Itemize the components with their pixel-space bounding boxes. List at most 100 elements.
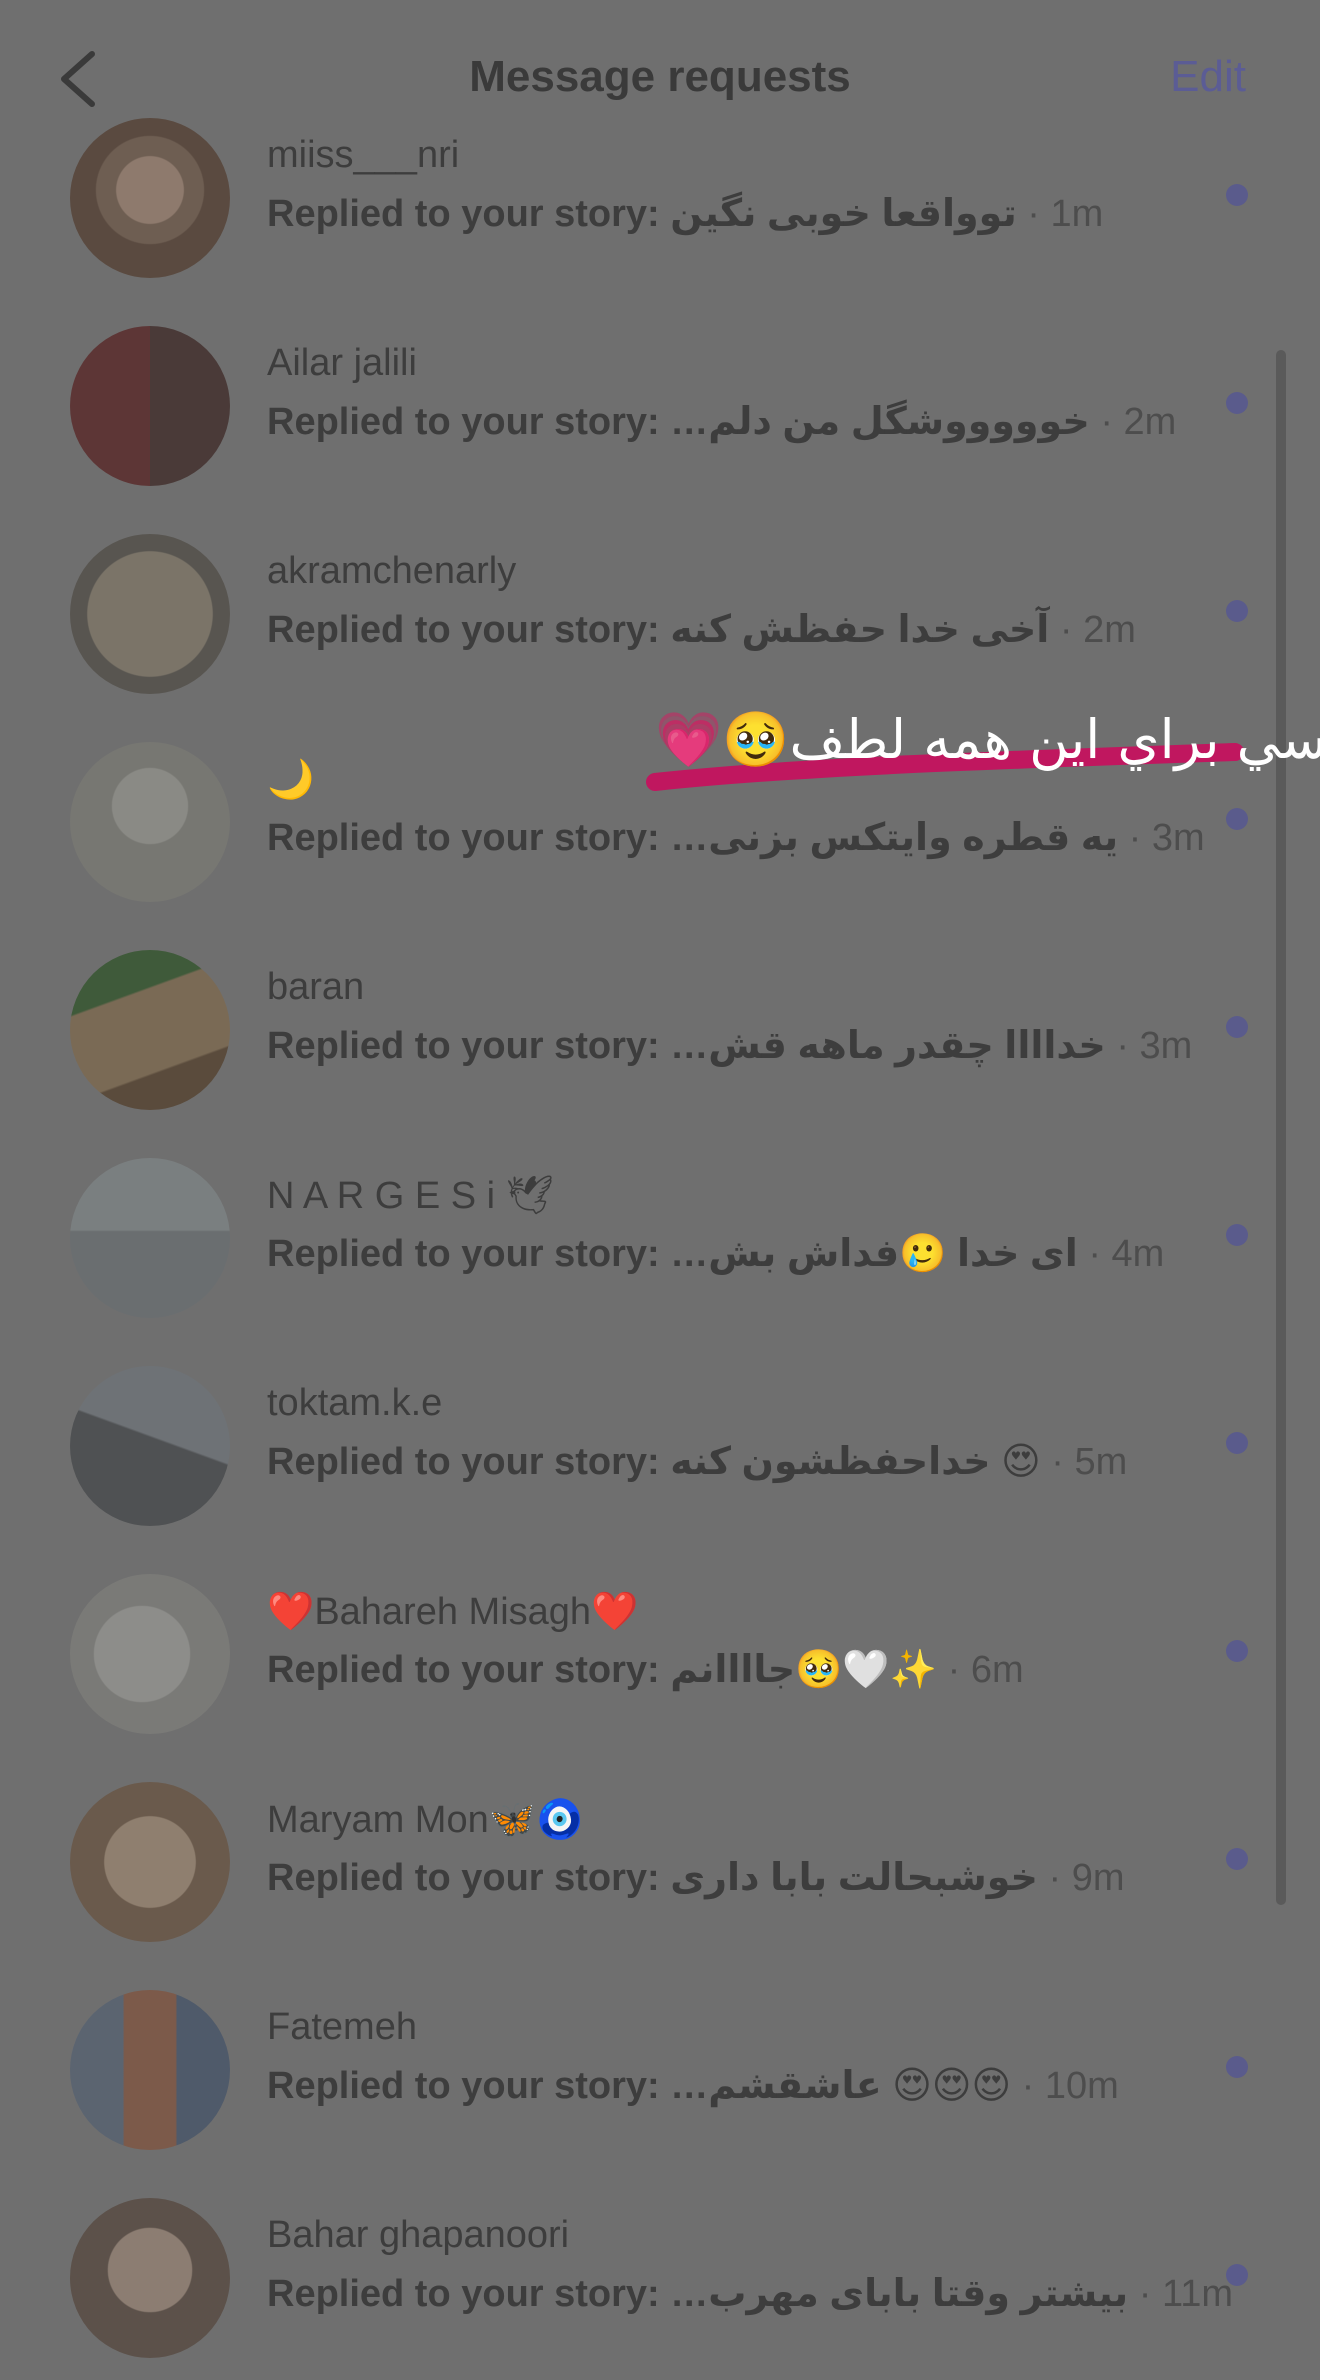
timestamp: 6m bbox=[970, 1649, 1024, 1691]
preview-message: …عاشقشم 😍😍😍 bbox=[670, 2065, 1012, 2107]
unread-dot bbox=[1226, 2264, 1248, 2286]
preview-prefix: Replied to your story: bbox=[267, 1441, 660, 1483]
list-item[interactable]: Bahar ghapanoori Replied to your story: … bbox=[0, 2172, 1320, 2380]
overlay-text: مرسي براي اين همه لطف🥹💗 bbox=[655, 708, 1320, 771]
separator: · bbox=[1128, 817, 1152, 859]
preview-prefix: Replied to your story: bbox=[267, 1649, 660, 1691]
timestamp: 9m bbox=[1071, 1857, 1125, 1899]
avatar bbox=[70, 326, 230, 486]
message-preview: Replied to your story: …عاشقشم 😍😍😍 · 10m bbox=[267, 2063, 1119, 2108]
preview-prefix: Replied to your story: bbox=[267, 1857, 660, 1899]
preview-message: …خوووووشگل من دلم bbox=[670, 401, 1090, 443]
message-preview: Replied to your story: آخی خدا حفظش کنه … bbox=[267, 607, 1136, 652]
preview-message: …بیشتر وقتا بابای مهرب bbox=[670, 2273, 1129, 2315]
message-preview: Replied to your story: جاااانم🥹🤍✨ · 6m bbox=[267, 1647, 1024, 1692]
list-item[interactable]: baran Replied to your story: …خداااا چقد… bbox=[0, 924, 1320, 1132]
list-item[interactable]: Ailar jalili Replied to your story: …خوو… bbox=[0, 300, 1320, 508]
message-preview: Replied to your story: خوشبحالت بابا دار… bbox=[267, 1855, 1125, 1900]
message-preview: Replied to your story: …خداااا چقدر ماهه… bbox=[267, 1023, 1192, 1068]
preview-message: …خداااا چقدر ماهه قش bbox=[670, 1025, 1106, 1067]
preview-prefix: Replied to your story: bbox=[267, 609, 660, 651]
list-item[interactable]: toktam.k.e Replied to your story: خداحفظ… bbox=[0, 1340, 1320, 1548]
unread-dot bbox=[1226, 1848, 1248, 1870]
separator: · bbox=[1088, 1233, 1112, 1275]
timestamp: 1m bbox=[1050, 193, 1104, 235]
avatar bbox=[70, 118, 230, 278]
message-preview: Replied to your story: …ای خدا 🥲فداش بش … bbox=[267, 1231, 1164, 1276]
username: Fatemeh bbox=[267, 2006, 417, 2048]
preview-prefix: Replied to your story: bbox=[267, 1233, 660, 1275]
list-item[interactable]: miiss___nri Replied to your story: توواق… bbox=[0, 92, 1320, 300]
timestamp: 3m bbox=[1139, 1025, 1193, 1067]
separator: · bbox=[1138, 2273, 1162, 2315]
avatar bbox=[70, 1782, 230, 1942]
unread-dot bbox=[1226, 1640, 1248, 1662]
preview-prefix: Replied to your story: bbox=[267, 817, 660, 859]
preview-prefix: Replied to your story: bbox=[267, 401, 660, 443]
username: Maryam Mon🦋🧿 bbox=[267, 1799, 584, 1841]
message-preview: Replied to your story: خداحفظشون کنه 😍 ·… bbox=[267, 1439, 1127, 1484]
preview-prefix: Replied to your story: bbox=[267, 2065, 660, 2107]
preview-message: خداحفظشون کنه 😍 bbox=[670, 1441, 1041, 1483]
preview-message: …ای خدا 🥲فداش بش bbox=[670, 1233, 1078, 1275]
list-item[interactable]: Maryam Mon🦋🧿 Replied to your story: خوشب… bbox=[0, 1756, 1320, 1964]
separator: · bbox=[1059, 609, 1084, 651]
preview-message: توواقعا خوبی نگین bbox=[670, 193, 1017, 235]
preview-prefix: Replied to your story: bbox=[267, 1025, 660, 1067]
avatar bbox=[70, 742, 230, 902]
timestamp: 2m bbox=[1123, 401, 1177, 443]
scrollbar[interactable] bbox=[1276, 350, 1286, 1905]
unread-dot bbox=[1226, 1432, 1248, 1454]
separator: · bbox=[1048, 1857, 1072, 1899]
preview-message: …یه قطره وایتکس بزنی bbox=[670, 817, 1119, 859]
separator: · bbox=[1116, 1025, 1140, 1067]
unread-dot bbox=[1226, 808, 1248, 830]
timestamp: 3m bbox=[1151, 817, 1205, 859]
message-preview: Replied to your story: …خوووووشگل من دلم… bbox=[267, 399, 1176, 444]
preview-message: خوشبحالت بابا داری bbox=[670, 1857, 1038, 1899]
username: ❤️Bahareh Misagh❤️ bbox=[267, 1591, 639, 1633]
timestamp: 4m bbox=[1111, 1233, 1165, 1275]
list-item[interactable]: akramchenarly Replied to your story: آخی… bbox=[0, 508, 1320, 716]
avatar bbox=[70, 534, 230, 694]
unread-dot bbox=[1226, 600, 1248, 622]
timestamp: 2m bbox=[1083, 609, 1136, 651]
username: miiss___nri bbox=[267, 134, 460, 176]
message-preview: Replied to your story: …بیشتر وقتا بابای… bbox=[267, 2271, 1233, 2316]
preview-prefix: Replied to your story: bbox=[267, 2273, 660, 2315]
timestamp: 11m bbox=[1161, 2273, 1234, 2315]
avatar bbox=[70, 1158, 230, 1318]
avatar bbox=[70, 1574, 230, 1734]
username: akramchenarly bbox=[267, 550, 517, 592]
timestamp: 10m bbox=[1044, 2065, 1119, 2107]
separator: · bbox=[1021, 2065, 1045, 2107]
preview-message: آخی خدا حفظش کنه bbox=[670, 609, 1050, 651]
username: N A R G E S i 🕊 bbox=[267, 1175, 554, 1217]
unread-dot bbox=[1226, 2056, 1248, 2078]
username: Bahar ghapanoori bbox=[267, 2214, 570, 2256]
username: baran bbox=[267, 966, 365, 1008]
list-item[interactable]: Fatemeh Replied to your story: …عاشقشم 😍… bbox=[0, 1964, 1320, 2172]
separator: · bbox=[947, 1649, 971, 1691]
avatar bbox=[70, 1990, 230, 2150]
timestamp: 5m bbox=[1074, 1441, 1128, 1483]
avatar bbox=[70, 950, 230, 1110]
preview-prefix: Replied to your story: bbox=[267, 193, 660, 235]
list-item[interactable]: N A R G E S i 🕊 Replied to your story: …… bbox=[0, 1132, 1320, 1340]
separator: · bbox=[1027, 193, 1051, 235]
message-preview: Replied to your story: توواقعا خوبی نگین… bbox=[267, 191, 1103, 236]
list-item[interactable]: ❤️Bahareh Misagh❤️ Replied to your story… bbox=[0, 1548, 1320, 1756]
preview-message: جاااانم🥹🤍✨ bbox=[670, 1649, 938, 1691]
unread-dot bbox=[1226, 1224, 1248, 1246]
separator: · bbox=[1051, 1441, 1075, 1483]
username: toktam.k.e bbox=[267, 1382, 443, 1424]
username: 🌙 bbox=[267, 759, 315, 801]
avatar bbox=[70, 1366, 230, 1526]
message-preview: Replied to your story: …یه قطره وایتکس ب… bbox=[267, 815, 1205, 860]
unread-dot bbox=[1226, 1016, 1248, 1038]
story-text-overlay: مرسي براي اين همه لطف🥹💗 bbox=[505, 700, 1320, 800]
avatar bbox=[70, 2198, 230, 2358]
unread-dot bbox=[1226, 392, 1248, 414]
unread-dot bbox=[1226, 184, 1248, 206]
username: Ailar jalili bbox=[267, 342, 417, 384]
